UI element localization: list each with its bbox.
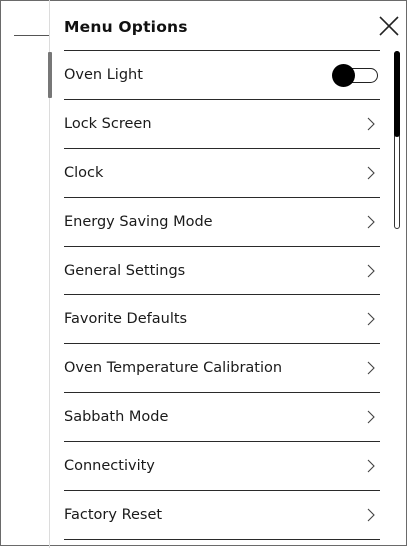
menu-item-label: Connectivity bbox=[64, 458, 155, 475]
chevron-right-icon bbox=[367, 117, 375, 131]
menu-item-label: Sabbath Mode bbox=[64, 409, 169, 426]
chevron-right-icon bbox=[367, 264, 375, 277]
scrollbar[interactable] bbox=[392, 51, 402, 229]
menu-header: Menu Options bbox=[64, 0, 380, 51]
back-panel-edge bbox=[14, 35, 50, 36]
chevron-right-icon bbox=[367, 313, 375, 326]
close-icon bbox=[379, 16, 399, 36]
menu-item-oven-light[interactable]: Oven Light bbox=[64, 51, 380, 100]
chevron-right-icon bbox=[367, 166, 375, 180]
chevron-right-icon bbox=[367, 508, 375, 522]
menu-item-clock[interactable]: Clock bbox=[64, 149, 380, 198]
menu-item-sabbath-mode[interactable]: Sabbath Mode bbox=[64, 393, 380, 443]
toggle-knob bbox=[332, 63, 355, 87]
menu-item-connectivity[interactable]: Connectivity bbox=[64, 442, 380, 492]
menu-item-lock-screen[interactable]: Lock Screen bbox=[64, 100, 380, 149]
menu-item-label: Lock Screen bbox=[64, 115, 152, 132]
chevron-right-icon bbox=[367, 361, 375, 375]
menu-item-factory-reset[interactable]: Factory Reset bbox=[64, 491, 380, 540]
close-button[interactable] bbox=[378, 15, 400, 37]
menu-item-label: Factory Reset bbox=[64, 506, 163, 523]
menu-item-oven-temperature-calibration[interactable]: Oven Temperature Calibration bbox=[64, 344, 380, 394]
menu-list: Oven Light Lock Screen Clock Energy Savi… bbox=[64, 51, 380, 540]
menu-item-general-settings[interactable]: General Settings bbox=[64, 247, 380, 296]
chevron-right-icon bbox=[367, 410, 375, 424]
menu-item-favorite-defaults[interactable]: Favorite Defaults bbox=[64, 295, 380, 345]
scrollbar-thumb[interactable] bbox=[394, 51, 400, 137]
menu-item-label: General Settings bbox=[64, 262, 186, 279]
menu-item-energy-saving-mode[interactable]: Energy Saving Mode bbox=[64, 198, 380, 247]
oven-light-toggle[interactable] bbox=[332, 63, 380, 87]
chevron-right-icon bbox=[367, 459, 375, 473]
menu-title: Menu Options bbox=[64, 18, 188, 36]
chevron-right-icon bbox=[367, 215, 375, 228]
menu-item-label: Energy Saving Mode bbox=[64, 213, 213, 230]
menu-item-label: Favorite Defaults bbox=[64, 311, 188, 328]
active-item-indicator bbox=[48, 52, 52, 98]
menu-item-label: Clock bbox=[64, 164, 104, 181]
menu-item-label: Oven Light bbox=[64, 66, 143, 83]
menu-item-label: Oven Temperature Calibration bbox=[64, 360, 283, 377]
